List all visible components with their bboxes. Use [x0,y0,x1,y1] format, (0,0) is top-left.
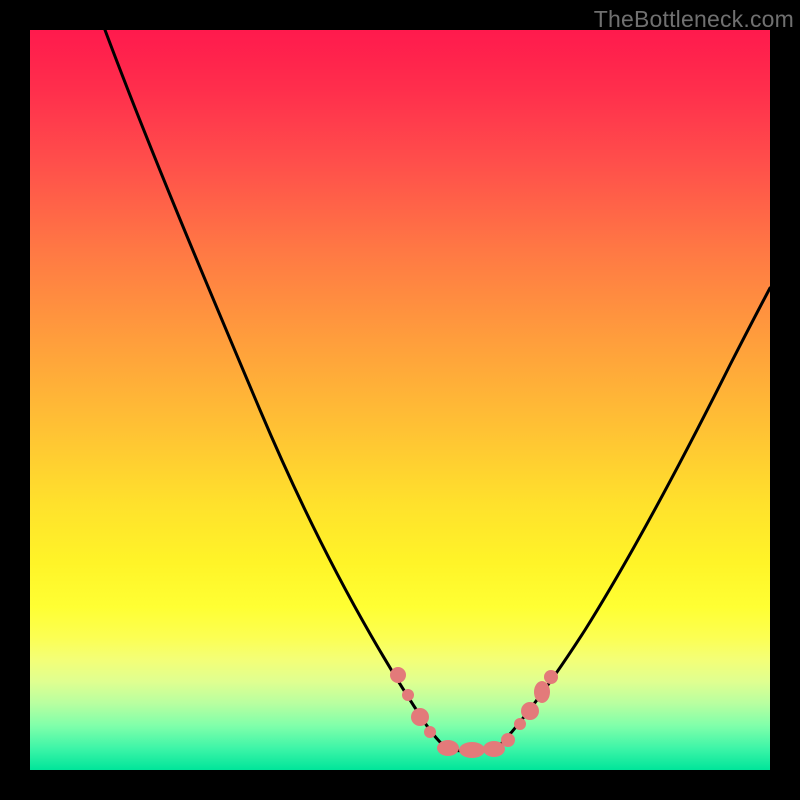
curve-left [105,30,450,750]
marker-dot [521,702,539,720]
marker-dot [544,670,558,684]
marker-dot [437,740,459,756]
marker-dot [534,681,550,703]
chart-svg [30,30,770,770]
marker-dot [411,708,429,726]
marker-dot [501,733,515,747]
marker-dot [402,689,414,701]
marker-dot [483,741,505,757]
markers-group [390,667,558,758]
marker-dot [514,718,526,730]
curve-right [495,288,770,750]
watermark-text: TheBottleneck.com [594,6,794,33]
marker-dot [424,726,436,738]
marker-dot [459,742,485,758]
chart-plot-area [30,30,770,770]
marker-dot [390,667,406,683]
